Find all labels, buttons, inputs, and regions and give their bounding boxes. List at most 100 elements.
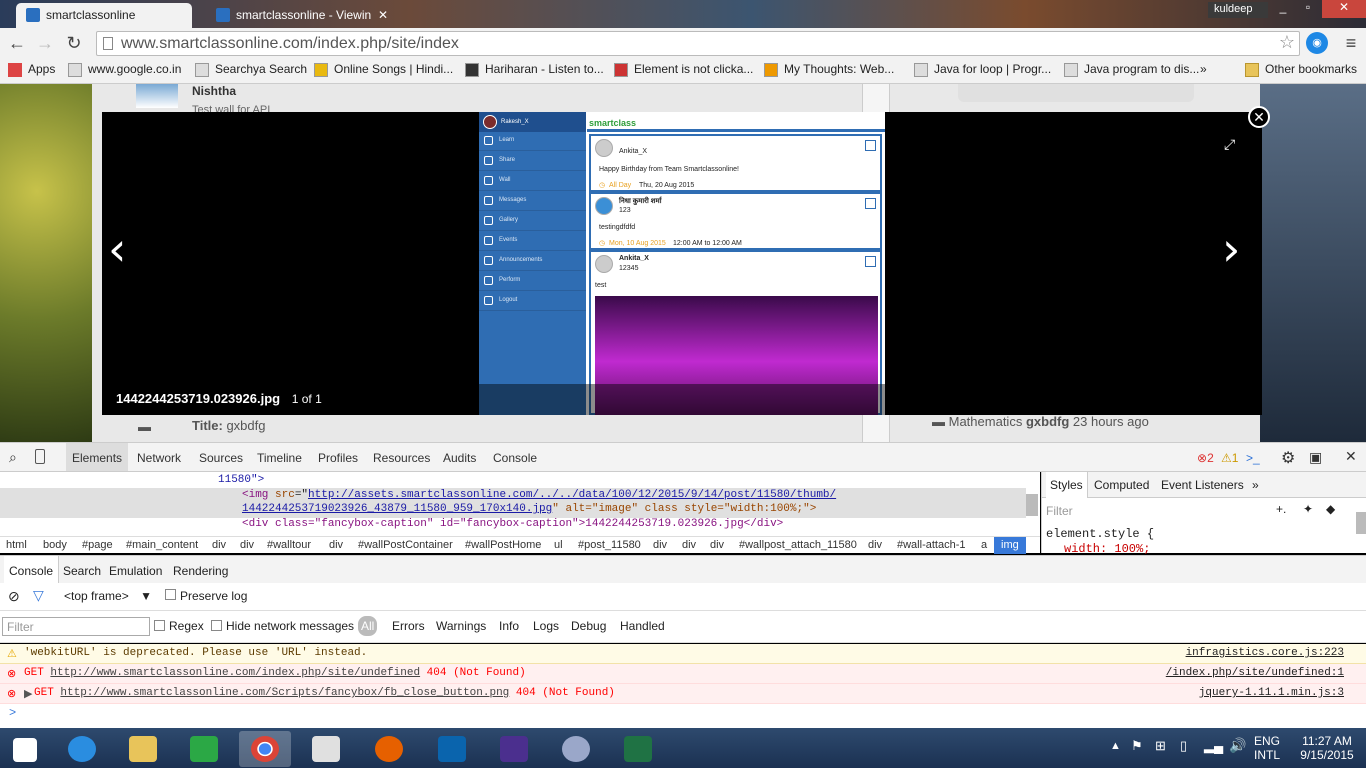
expand-triangle-icon[interactable]: ▶ [24, 687, 32, 701]
level-all[interactable]: All [358, 616, 378, 636]
show-hidden-icons[interactable]: ▲ [1110, 740, 1121, 752]
activity-row[interactable]: ▬ Mathematics gxbdfg 23 hours ago [932, 414, 1149, 429]
style-property[interactable]: width: 100%; [1064, 542, 1150, 556]
extension-icon[interactable]: ◉ [1306, 32, 1328, 54]
close-devtools-icon[interactable]: ✕ [1345, 448, 1357, 465]
tab-timeline[interactable]: Timeline [257, 451, 302, 465]
pin-icon[interactable]: ✦ [1303, 502, 1313, 516]
scrollbar-thumb[interactable] [1026, 494, 1038, 516]
breadcrumb-item-selected[interactable]: img [994, 537, 1026, 554]
breadcrumb-item[interactable]: #page [82, 539, 113, 551]
console-drawer-icon[interactable]: >_ [1246, 451, 1260, 465]
filter-funnel-icon[interactable]: ▽ [33, 587, 44, 604]
next-image-button[interactable]: › [1222, 222, 1240, 276]
source-link[interactable]: jquery-1.11.1.min.js:3 [1199, 687, 1344, 699]
breadcrumb-item[interactable]: div [212, 539, 226, 551]
bookmark-google[interactable]: www.google.co.in [68, 62, 181, 77]
breadcrumb-item[interactable]: #wallpost_attach_11580 [739, 539, 857, 551]
breadcrumb-item[interactable]: div [240, 539, 254, 551]
maximize-button[interactable]: ▫ [1295, 0, 1321, 18]
bookmarks-overflow-button[interactable]: » [1200, 62, 1207, 76]
reload-icon[interactable]: ↻ [63, 32, 85, 54]
breadcrumb-item[interactable]: #main_content [126, 539, 198, 551]
breadcrumb-item[interactable]: div [868, 539, 882, 551]
tab-profiles[interactable]: Profiles [318, 451, 358, 465]
breadcrumb-item[interactable]: #wall-attach-1 [897, 539, 965, 551]
tab-styles[interactable]: Styles [1046, 472, 1088, 498]
filter-input[interactable]: Filter [2, 617, 150, 636]
tab-close-icon[interactable]: ✕ [378, 8, 388, 22]
breadcrumb-item[interactable]: #wallPostContainer [358, 539, 453, 551]
level-warnings[interactable]: Warnings [436, 619, 486, 633]
preserve-log-checkbox[interactable] [165, 589, 176, 600]
tab-event-listeners[interactable]: Event Listeners [1161, 478, 1244, 492]
source-link[interactable]: /index.php/site/undefined:1 [1166, 667, 1344, 679]
level-errors[interactable]: Errors [392, 619, 425, 633]
settings-gear-icon[interactable]: ⚙ [1281, 448, 1295, 468]
bookmark-my-thoughts[interactable]: My Thoughts: Web... [764, 62, 894, 77]
bookmark-apps[interactable]: Apps [8, 62, 55, 77]
network-signal-icon[interactable]: ▂▄ [1204, 738, 1223, 754]
tab-computed[interactable]: Computed [1094, 478, 1149, 492]
bookmark-star-icon[interactable]: ☆ [1279, 32, 1295, 53]
taskbar-outlook[interactable] [426, 731, 478, 767]
taskbar-store[interactable] [178, 731, 230, 767]
address-bar[interactable]: www.smartclassonline.com/index.php/site/… [96, 31, 1300, 56]
color-format-icon[interactable]: ◆ [1326, 502, 1335, 516]
action-center-flag-icon[interactable]: ⚑ [1131, 738, 1143, 754]
tab-smartclassonline-viewing[interactable]: smartclassonline - Viewin ✕ [206, 3, 396, 28]
minimize-button[interactable]: _ [1270, 0, 1296, 18]
lightbox-close-button[interactable]: ✕ [1248, 106, 1270, 128]
dock-side-icon[interactable]: ▣ [1309, 449, 1322, 466]
expand-icon[interactable]: ⤢ [1224, 136, 1235, 153]
breadcrumb-item[interactable]: #wallPostHome [465, 539, 541, 551]
windows-icon[interactable]: ⊞ [1155, 738, 1166, 754]
breadcrumb-item[interactable]: div [653, 539, 667, 551]
taskbar-eclipse[interactable] [488, 731, 540, 767]
level-handled[interactable]: Handled [620, 619, 665, 633]
taskbar-firefox[interactable] [363, 731, 415, 767]
new-rule-icon[interactable]: +. [1276, 502, 1286, 516]
request-url-link[interactable]: http://www.smartclassonline.com/index.ph… [50, 667, 420, 679]
start-button[interactable] [0, 731, 50, 767]
tab-sources[interactable]: Sources [199, 451, 243, 465]
scrollbar-thumb[interactable] [1356, 512, 1366, 534]
volume-icon[interactable]: 🔊 [1229, 737, 1246, 754]
close-window-button[interactable]: ✕ [1322, 0, 1366, 18]
request-url-link[interactable]: http://www.smartclassonline.com/Scripts/… [60, 687, 509, 699]
breadcrumb-item[interactable]: div [329, 539, 343, 551]
profile-user-button[interactable]: kuldeep [1208, 2, 1268, 18]
taskbar-chrome[interactable] [239, 731, 291, 767]
tab-audits[interactable]: Audits [443, 451, 476, 465]
input-language[interactable]: ENG INTL [1254, 734, 1280, 762]
chrome-menu-icon[interactable]: ≡ [1340, 32, 1362, 54]
other-bookmarks-folder[interactable]: Other bookmarks [1245, 62, 1357, 77]
level-info[interactable]: Info [499, 619, 519, 633]
drawer-tab-emulation[interactable]: Emulation [109, 564, 162, 578]
clear-console-icon[interactable]: ⊘ [8, 588, 20, 605]
breadcrumb-item[interactable]: html [6, 539, 27, 551]
drawer-tab-console[interactable]: Console [4, 556, 60, 584]
styles-filter[interactable]: Filter [1046, 504, 1073, 518]
hide-network-checkbox[interactable] [211, 620, 222, 631]
breadcrumb-item[interactable]: #post_11580 [578, 539, 641, 551]
taskbar-ie[interactable] [56, 731, 108, 767]
breadcrumb-item[interactable]: #walltour [267, 539, 311, 551]
bookmark-java-for-loop[interactable]: Java for loop | Progr... [914, 62, 1051, 77]
bookmark-hariharan[interactable]: Hariharan - Listen to... [465, 62, 604, 77]
frame-select[interactable]: <top frame> ▼ [64, 589, 152, 603]
breadcrumb-item[interactable]: a [981, 539, 987, 551]
regex-checkbox[interactable] [154, 620, 165, 631]
taskbar-paint[interactable] [550, 731, 602, 767]
taskbar-apps[interactable] [300, 731, 352, 767]
lightbox-image[interactable]: Rakesh_X Learn Share Wall Messages Galle… [479, 112, 885, 415]
store-badge[interactable] [958, 84, 1194, 102]
breadcrumb-item[interactable]: div [682, 539, 696, 551]
breadcrumb-item[interactable]: div [710, 539, 724, 551]
tab-resources[interactable]: Resources [373, 451, 430, 465]
level-logs[interactable]: Logs [533, 619, 559, 633]
device-mode-icon[interactable] [35, 449, 45, 464]
tabs-overflow-button[interactable]: » [1252, 478, 1259, 492]
prev-image-button[interactable]: ‹ [108, 222, 126, 276]
drawer-tab-search[interactable]: Search [63, 564, 101, 578]
